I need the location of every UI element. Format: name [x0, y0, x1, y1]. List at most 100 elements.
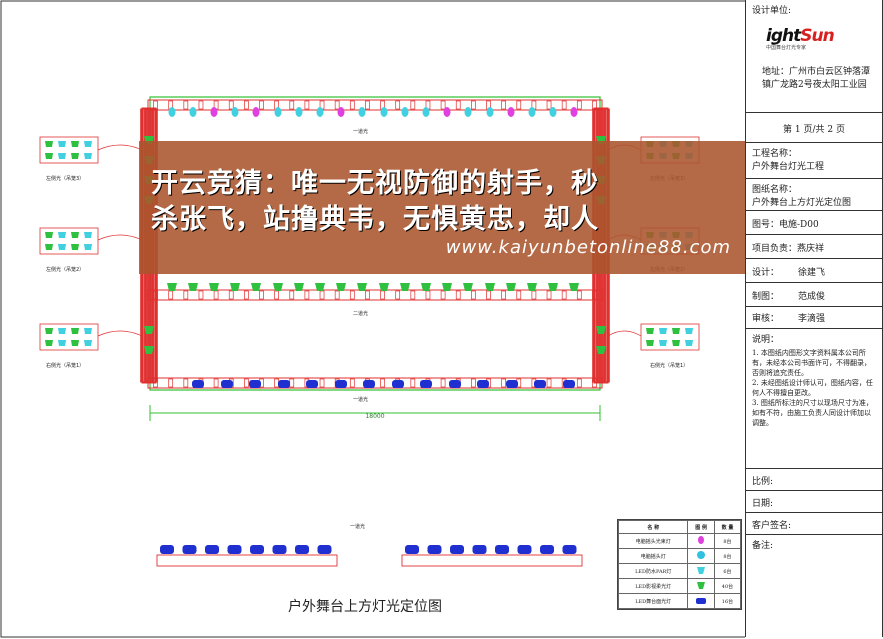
moving-head-fixture	[168, 107, 176, 117]
par-light-fixture	[84, 153, 92, 159]
moving-head-fixture	[464, 107, 472, 117]
legend-qty: 40台	[713, 578, 742, 594]
logo-text-a: ight	[766, 26, 801, 46]
truss-segment	[380, 290, 385, 300]
truss-segment	[486, 290, 491, 300]
overlay-line-1: 开云竞猜：唯一无视防御的射手，秒	[151, 168, 599, 199]
legend-header-qty: 数 量	[713, 520, 742, 534]
par-light-fixture	[659, 328, 667, 334]
connector-line	[607, 330, 642, 337]
truss-segment	[395, 100, 401, 110]
truss-segment	[304, 290, 310, 300]
moving-head-fixture	[358, 107, 366, 117]
moving-head-icon	[697, 550, 706, 559]
date-label: 日期:	[746, 491, 882, 513]
moving-head-fixture	[380, 107, 388, 117]
truss-segment	[546, 378, 552, 388]
review-label: 审核：	[752, 314, 780, 324]
truss-segment	[410, 290, 416, 300]
truss-segment	[259, 100, 264, 110]
truss-segment	[198, 290, 204, 300]
soft-light-fixture	[45, 232, 53, 238]
face-light-fixture	[450, 545, 464, 554]
truss-label-mid: 二道光	[353, 310, 368, 317]
note-item: 3. 图纸所标注的尺寸以现场尺寸为准，如有不符，由施工负责人同设计师加以调整。	[752, 399, 873, 427]
truss-segment	[289, 290, 295, 300]
face-light-fixture	[477, 380, 489, 388]
face-light-fixture	[495, 545, 509, 554]
truss-segment	[576, 100, 582, 110]
soft-light-fixture	[45, 340, 53, 346]
design-label: 设计：	[752, 268, 780, 278]
face-light-fixture	[562, 545, 577, 554]
legend-header-symbol: 图 例	[687, 520, 715, 534]
face-light-fixture	[420, 380, 432, 388]
legend-qty: 6台	[713, 563, 742, 579]
truss-segment	[183, 378, 189, 388]
truss-segment	[319, 290, 325, 300]
truss-segment	[213, 378, 219, 388]
page-number: 第 1 页/共 2 页	[746, 113, 882, 143]
truss-segment	[440, 290, 446, 300]
side-cluster-label: 右侧光（吊笼1）	[46, 362, 84, 369]
truss-segment	[244, 290, 249, 300]
par-light-fixture	[58, 328, 66, 334]
beam-light-fixture	[507, 107, 515, 117]
face-light-fixture	[405, 545, 419, 554]
notes-title: 说明：	[752, 335, 780, 345]
side-cluster-label: 左侧光（吊笼2）	[46, 266, 84, 273]
overlay-url[interactable]: www.kaiyunbetonline88.com	[446, 237, 731, 258]
legend-qty: 8台	[713, 548, 742, 564]
moving-head-fixture	[422, 107, 430, 117]
company-logo: ightSun 中国舞台灯光专家	[766, 26, 866, 56]
face-light-fixture	[449, 380, 461, 388]
truss-segment	[440, 378, 446, 388]
truss-segment	[168, 378, 174, 388]
truss-segment	[259, 290, 264, 300]
truss-segment	[546, 290, 552, 300]
par-light-fixture	[84, 244, 92, 250]
soft-light-fixture	[71, 244, 79, 250]
reviewer: 李滴强	[798, 314, 826, 324]
truss-segment	[410, 100, 416, 110]
face-light-icon	[696, 597, 707, 604]
truss-segment	[395, 290, 401, 300]
par-light-fixture	[84, 328, 92, 334]
soft-light-fixture	[672, 340, 680, 346]
truss-segment	[531, 290, 537, 300]
truss-segment	[561, 290, 567, 300]
truss-segment	[334, 100, 340, 110]
truss-segment	[274, 290, 279, 300]
truss	[147, 289, 603, 301]
par-light-fixture	[84, 141, 92, 147]
soft-light-fixture	[45, 244, 53, 250]
truss-segment	[349, 100, 355, 110]
face-light-fixture	[295, 545, 309, 554]
logo-text-b: Sun	[800, 26, 834, 46]
truss-segment	[576, 290, 582, 300]
soft-light-icon	[697, 581, 706, 589]
truss-segment	[289, 378, 295, 388]
face-light-fixture	[540, 545, 554, 554]
lower-truss	[401, 554, 583, 567]
truss-segment	[501, 100, 506, 110]
lower-truss	[156, 554, 338, 567]
truss-segment	[198, 100, 204, 110]
legend-header-name: 名 称	[617, 520, 689, 534]
moving-head-fixture	[401, 107, 409, 117]
moving-head-fixture	[486, 107, 494, 117]
design-unit-section: 设计单位: ightSun 中国舞台灯光专家 地址：广州市白云区钟落潭镇广龙路2…	[746, 0, 882, 113]
par-light-icon	[697, 566, 706, 574]
face-light-fixture	[363, 380, 375, 388]
face-light-fixture	[192, 380, 204, 388]
face-light-fixture	[221, 380, 233, 388]
project-name-row: 工程名称： 户外舞台灯光工程	[746, 143, 882, 179]
truss-segment	[168, 290, 174, 300]
truss-label-bottom: 一道光	[353, 396, 368, 403]
face-light-fixture	[278, 380, 290, 388]
face-light-fixture	[335, 380, 347, 388]
face-light-fixture	[205, 545, 219, 554]
drafter: 范成俊	[798, 292, 826, 302]
face-light-fixture	[534, 380, 546, 388]
side-cluster-label: 左侧光（吊笼3）	[46, 175, 84, 182]
